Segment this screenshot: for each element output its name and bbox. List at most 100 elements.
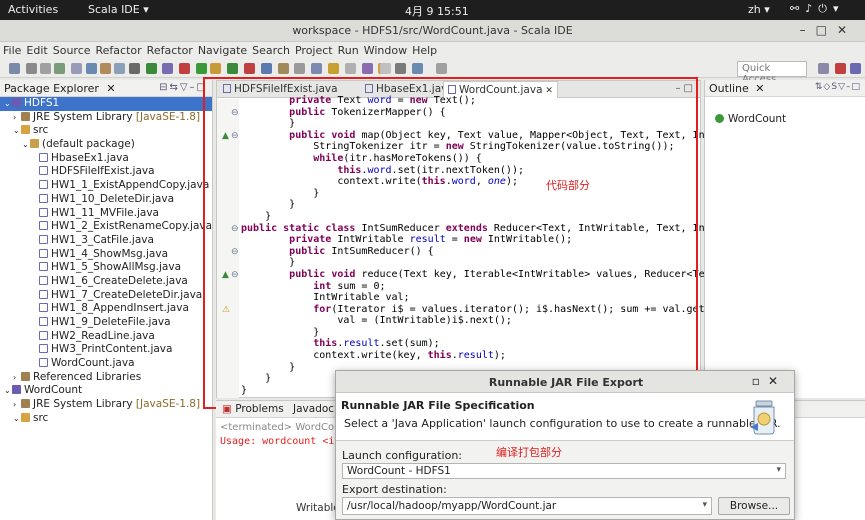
tree-item[interactable]: HW1_1_ExistAppendCopy.java bbox=[0, 179, 212, 193]
toolbar-tool-icon[interactable] bbox=[311, 63, 323, 74]
toolbar-tool-icon[interactable] bbox=[71, 63, 83, 74]
toolbar-tool-icon[interactable] bbox=[328, 63, 339, 74]
toolbar-tool-icon[interactable] bbox=[380, 63, 391, 74]
toolbar-tool-icon[interactable] bbox=[114, 63, 126, 74]
perspective-icon[interactable] bbox=[818, 63, 829, 74]
menu-item-refactor[interactable]: Refactor bbox=[145, 42, 195, 59]
toolbar-tool-icon[interactable] bbox=[361, 63, 373, 74]
chevron-down-icon[interactable]: ▾ bbox=[833, 2, 845, 15]
close-icon[interactable]: ✕ bbox=[837, 23, 857, 37]
tree-item[interactable]: HW1_11_MVFile.java bbox=[0, 207, 212, 221]
fold-icon[interactable]: ⊖ bbox=[231, 247, 239, 257]
input-language[interactable]: zh ▾ bbox=[748, 3, 770, 16]
toolbar-tool-icon[interactable] bbox=[25, 63, 37, 74]
tree-item[interactable]: HW1_3_CatFile.java bbox=[0, 234, 212, 248]
view-menu-icon[interactable]: ▽ bbox=[838, 82, 846, 92]
minimize-icon[interactable]: – bbox=[676, 83, 684, 94]
toolbar-tool-icon[interactable] bbox=[8, 63, 20, 74]
toolbar-tool-icon[interactable] bbox=[179, 63, 191, 74]
tree-item[interactable]: › JRE System Library [JavaSE-1.8] bbox=[0, 111, 212, 125]
fold-icon[interactable]: ⊖ bbox=[231, 224, 239, 234]
activities-button[interactable]: Activities bbox=[8, 3, 58, 16]
menu-item-source[interactable]: Source bbox=[51, 42, 93, 59]
tree-item[interactable]: HW1_7_CreateDeleteDir.java bbox=[0, 289, 212, 303]
tree-item[interactable]: HW1_6_CreateDelete.java bbox=[0, 275, 212, 289]
tab-javadoc[interactable]: Javadoc bbox=[293, 403, 334, 415]
tree-item[interactable]: HW1_10_DeleteDir.java bbox=[0, 193, 212, 207]
toolbar-tool-icon[interactable] bbox=[85, 63, 97, 74]
tree-item[interactable]: WordCount.java bbox=[0, 357, 212, 371]
view-menu-icon[interactable]: ▽ bbox=[180, 82, 190, 93]
quick-access-input[interactable]: Quick Access bbox=[737, 61, 807, 85]
toolbar-tool-icon[interactable] bbox=[196, 63, 207, 74]
tree-item[interactable]: ⌄ src bbox=[0, 124, 212, 138]
menu-item-refactor[interactable]: Refactor bbox=[94, 42, 144, 59]
network-icon[interactable]: ⚯ bbox=[790, 2, 805, 15]
tree-item[interactable]: HW1_8_AppendInsert.java bbox=[0, 302, 212, 316]
code-area[interactable]: private Text word = new Text(); public T… bbox=[241, 95, 735, 396]
expand-arrow-icon[interactable]: ⌄ bbox=[4, 97, 12, 111]
maximize-icon[interactable]: □ bbox=[816, 23, 837, 37]
package-explorer-title[interactable]: Package Explorer bbox=[4, 82, 99, 95]
expand-arrow-icon[interactable]: › bbox=[13, 371, 21, 385]
minimize-icon[interactable]: – bbox=[800, 23, 816, 37]
java-perspective-icon[interactable] bbox=[850, 63, 861, 74]
menu-item-navigate[interactable]: Navigate bbox=[196, 42, 249, 59]
launch-configuration-select[interactable]: WordCount - HDFS1 ▾ bbox=[342, 463, 786, 479]
tree-item[interactable]: ⌄ src bbox=[0, 412, 212, 426]
toolbar-tool-icon[interactable] bbox=[128, 63, 140, 74]
toolbar-tool-icon[interactable] bbox=[294, 63, 306, 74]
outline-title[interactable]: Outline bbox=[709, 82, 749, 95]
maximize-icon[interactable]: □ bbox=[851, 82, 861, 92]
menu-item-help[interactable]: Help bbox=[410, 42, 439, 59]
expand-arrow-icon[interactable]: › bbox=[13, 111, 21, 125]
minimize-icon[interactable]: – bbox=[190, 82, 197, 93]
tree-item[interactable]: HW1_2_ExistRenameCopy.java bbox=[0, 220, 212, 234]
tree-item[interactable]: HW1_4_ShowMsg.java bbox=[0, 248, 212, 262]
tree-item[interactable]: HW3_PrintContent.java bbox=[0, 343, 212, 357]
maximize-icon[interactable]: □ bbox=[684, 83, 696, 94]
toolbar-tool-icon[interactable] bbox=[260, 63, 272, 74]
system-tray[interactable]: ⚯♪⏻▾ bbox=[790, 2, 844, 16]
expand-arrow-icon[interactable]: ⌄ bbox=[13, 124, 21, 138]
clock[interactable]: 4月 9 15:51 bbox=[405, 3, 469, 19]
volume-icon[interactable]: ♪ bbox=[805, 2, 818, 15]
toolbar-tool-icon[interactable] bbox=[100, 63, 111, 74]
expand-arrow-icon[interactable]: › bbox=[13, 398, 21, 412]
browse-button[interactable]: Browse... bbox=[718, 497, 790, 515]
close-icon[interactable]: ✕ bbox=[106, 82, 115, 95]
toolbar-tool-icon[interactable] bbox=[244, 63, 255, 74]
outline-item[interactable]: WordCount bbox=[715, 113, 786, 125]
toolbar-tool-icon[interactable] bbox=[277, 63, 289, 74]
close-icon[interactable]: ✕ bbox=[768, 374, 786, 388]
menu-item-project[interactable]: Project bbox=[293, 42, 335, 59]
toolbar-tool-icon[interactable] bbox=[54, 63, 66, 74]
chevron-down-icon[interactable]: ▾ bbox=[702, 500, 707, 510]
collapse-all-icon[interactable]: ⊟ bbox=[159, 82, 169, 93]
menu-item-edit[interactable]: Edit bbox=[24, 42, 49, 59]
menu-item-file[interactable]: File bbox=[1, 42, 23, 59]
tree-item[interactable]: HbaseEx1.java bbox=[0, 152, 212, 166]
app-menu[interactable]: Scala IDE ▾ bbox=[88, 3, 149, 16]
maximize-icon[interactable]: ▫ bbox=[752, 374, 768, 388]
toolbar-tool-icon[interactable] bbox=[395, 63, 407, 74]
toolbar-tool-icon[interactable] bbox=[412, 63, 423, 74]
toolbar-tool-icon[interactable] bbox=[162, 63, 174, 74]
toolbar-tool-icon[interactable] bbox=[210, 63, 222, 74]
toolbar-tool-icon[interactable] bbox=[40, 63, 51, 74]
tree-item[interactable]: ⌄ (default package) bbox=[0, 138, 212, 152]
tree-item[interactable]: ⌄ HDFS1 bbox=[0, 97, 212, 111]
tree-item[interactable]: HDFSFileIfExist.java bbox=[0, 165, 212, 179]
fold-icon[interactable]: ⊖ bbox=[231, 131, 239, 141]
power-icon[interactable]: ⏻ bbox=[818, 2, 833, 15]
tree-item[interactable]: HW2_ReadLine.java bbox=[0, 330, 212, 344]
expand-arrow-icon[interactable]: ⌄ bbox=[4, 384, 12, 398]
toolbar-tool-icon[interactable] bbox=[436, 63, 447, 74]
close-icon[interactable]: ✕ bbox=[755, 82, 764, 95]
tree-item[interactable]: › JRE System Library [JavaSE-1.8] bbox=[0, 398, 212, 412]
tree-item[interactable]: HW1_9_DeleteFile.java bbox=[0, 316, 212, 330]
menu-item-run[interactable]: Run bbox=[336, 42, 361, 59]
tree-item[interactable]: › Referenced Libraries bbox=[0, 371, 212, 385]
tree-item[interactable]: ⌄ WordCount bbox=[0, 384, 212, 398]
menu-item-search[interactable]: Search bbox=[250, 42, 292, 59]
